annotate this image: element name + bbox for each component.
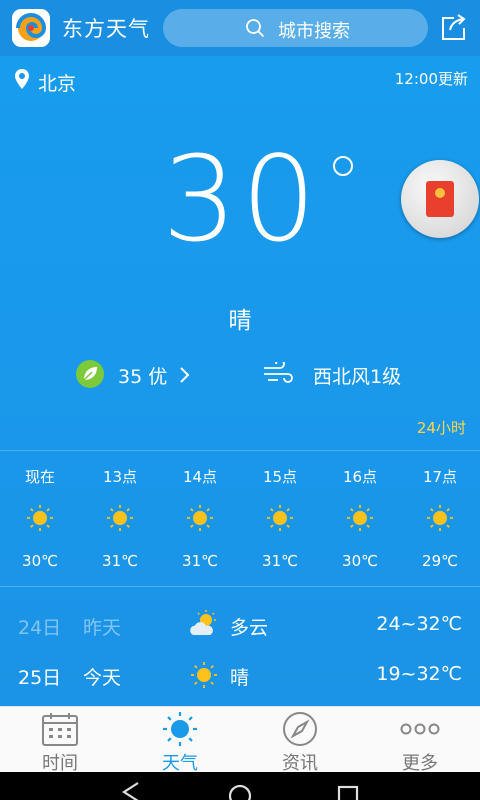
day-temp-range: 19~32℃ [376,663,462,685]
tab-news[interactable]: 资讯 [240,707,360,774]
update-time: 12:00更新 [394,70,468,88]
wind-info: 西北风1级 [313,366,402,388]
sun-icon [347,505,373,531]
compass-icon [283,712,317,746]
more-dots-icon [400,723,440,735]
calendar-icon [42,713,78,746]
red-envelope-icon [426,181,454,217]
share-icon[interactable] [438,12,468,42]
hour-label: 15点 [262,468,298,486]
hour-temp: 31℃ [182,552,218,570]
day-date: 25日 [18,667,62,689]
day-temp-range: 24~32℃ [376,613,462,635]
aqi-value[interactable]: 35 优 [118,362,167,389]
hour-label: 14点 [182,468,218,486]
current-temperature: 30 [162,130,321,268]
degree-symbol-icon [333,156,353,176]
hour-temp: 31℃ [262,552,298,570]
divider [0,450,480,451]
24-hour-link[interactable]: 24小时 [417,417,466,438]
wind-icon [264,362,293,383]
hour-label: 16点 [342,468,378,486]
current-condition: 晴 [228,308,252,334]
city-search-input[interactable]: 城市搜索 [163,9,428,47]
bottom-tab-bar: 时间 天气 资讯 更多 [0,706,480,774]
divider [0,586,480,587]
hour-label: 现在 [24,468,55,486]
hour-temp: 30℃ [342,552,378,570]
sun-icon [27,505,53,531]
recents-icon[interactable] [334,782,362,800]
search-placeholder: 城市搜索 [278,21,350,42]
search-icon [246,19,265,38]
sun-icon [267,505,293,531]
leaf-icon [76,360,104,388]
weather-main: 北京 12:00更新 30 晴 35 优 西北风1级 24小时 现在 30℃ 1… [0,56,480,706]
daily-row-yesterday[interactable]: 24日 昨天 多云 24~32℃ [0,601,480,651]
sun-icon [163,712,197,746]
hour-label: 13点 [102,468,138,486]
city-name[interactable]: 北京 [38,69,76,96]
day-name: 今天 [83,667,122,689]
tab-weather[interactable]: 天气 [120,707,240,774]
sun-icon [427,505,453,531]
app-logo-icon [12,9,50,47]
tab-more[interactable]: 更多 [360,707,480,774]
day-name: 昨天 [83,617,122,639]
hour-temp: 29℃ [422,552,458,570]
app-header: 东方天气 城市搜索 [0,0,480,56]
partly-cloudy-icon [190,610,216,635]
chevron-right-icon[interactable] [178,366,190,384]
back-icon[interactable] [118,782,146,800]
hour-temp: 30℃ [22,552,58,570]
day-condition: 多云 [230,617,269,639]
hour-temp: 31℃ [102,552,138,570]
hourly-forecast: 现在 30℃ 13点 31℃ 14点 31℃ 15点 31℃ 16点 30℃ 1… [0,456,480,586]
app-name: 东方天气 [62,17,150,41]
day-condition: 晴 [230,667,250,689]
red-packet-button[interactable] [401,160,479,238]
sun-icon [107,505,133,531]
sun-icon [191,662,217,688]
location-pin-icon [15,69,29,89]
home-icon[interactable] [226,782,254,800]
day-date: 24日 [18,617,62,639]
tab-time[interactable]: 时间 [0,707,120,774]
hour-label: 17点 [422,468,458,486]
sun-icon [187,505,213,531]
daily-row-today[interactable]: 25日 今天 晴 19~32℃ [0,651,480,701]
system-nav-bar [0,772,480,800]
